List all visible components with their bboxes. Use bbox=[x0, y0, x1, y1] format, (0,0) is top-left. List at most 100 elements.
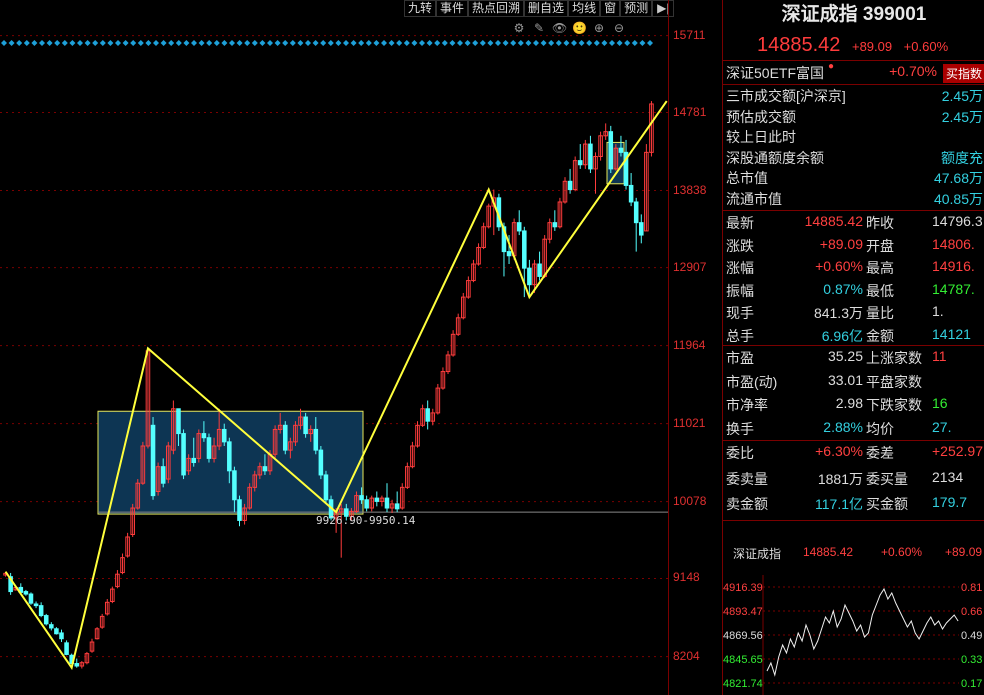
quote-v2: 14916. bbox=[932, 258, 975, 274]
candle-down bbox=[628, 184, 634, 203]
signal-marker bbox=[221, 40, 228, 46]
signal-marker bbox=[609, 40, 615, 46]
order-l2: 买金额 bbox=[866, 496, 908, 512]
quote-v2: 1. bbox=[932, 303, 944, 319]
candle-down bbox=[303, 416, 308, 435]
order-v2: 179.7 bbox=[932, 494, 968, 510]
quote-panel: 深证成指 399001 14885.42 +89.09 +0.60% 深证50E… bbox=[722, 0, 984, 695]
candle-down bbox=[639, 222, 644, 236]
candle-down bbox=[64, 642, 69, 655]
signal-marker bbox=[479, 40, 486, 46]
quote-l1: 涨幅 bbox=[726, 260, 754, 276]
signal-marker bbox=[69, 40, 76, 46]
index-title: 深证成指 399001 bbox=[781, 4, 927, 25]
candle-down bbox=[74, 663, 80, 667]
order-l1: 卖金额 bbox=[726, 496, 768, 512]
info-value: 47.68万 bbox=[933, 170, 983, 186]
signal-marker bbox=[586, 40, 593, 46]
info-label: 深股通额度余额 bbox=[726, 149, 824, 166]
order-v2: 2134 bbox=[932, 468, 964, 485]
signal-marker bbox=[175, 40, 182, 46]
box-range-label: 9926.90-9950.14 bbox=[316, 514, 416, 527]
mini-left-tick: 4893.47 bbox=[723, 606, 763, 618]
candle-down bbox=[227, 441, 232, 472]
toolbar-ma-button[interactable]: 均线 bbox=[568, 0, 601, 17]
zoom-in-icon[interactable]: ⊕ bbox=[592, 21, 606, 35]
buy-index-button[interactable]: 买指数 bbox=[942, 64, 984, 83]
toolbar-jiuzhuan-button[interactable]: 九转 bbox=[404, 0, 437, 17]
candle-down bbox=[394, 503, 400, 510]
signal-marker bbox=[327, 40, 334, 46]
candle-down bbox=[150, 424, 156, 497]
quote-row: 涨幅 +0.60% 最高 14916. bbox=[726, 258, 984, 280]
stat-v2: 16 bbox=[932, 395, 948, 411]
stat-l2: 上涨家数 bbox=[866, 350, 922, 366]
candle-down bbox=[191, 457, 197, 464]
signal-marker bbox=[213, 40, 220, 46]
signal-marker bbox=[137, 40, 144, 46]
signal-marker bbox=[312, 40, 319, 46]
toolbar-hotspot-button[interactable]: 热点回溯 bbox=[468, 0, 525, 17]
price-tick-label: 10078 bbox=[673, 493, 707, 508]
chart-tools: ⚙ ✎ 👁 🙂 ⊕ ⊖ bbox=[512, 21, 626, 35]
info-row: 较上日此时 bbox=[726, 127, 984, 149]
info-row: 流通市值 40.85万 bbox=[726, 189, 984, 211]
candle-down bbox=[23, 591, 29, 595]
price-tick-label: 11964 bbox=[673, 337, 706, 352]
zoom-out-icon[interactable]: ⊖ bbox=[612, 21, 626, 35]
order-row: 委卖量 1881万 委买量 2134 bbox=[726, 469, 984, 491]
quote-v1: 0.87% bbox=[823, 280, 863, 297]
info-value: 额度充 bbox=[941, 149, 983, 166]
eye-icon[interactable]: 👁 bbox=[552, 21, 567, 35]
quote-v1: +89.09 bbox=[819, 235, 863, 252]
mini-price: 14885.42 bbox=[803, 545, 854, 559]
toolbar-remove-watchlist-button[interactable]: 删自选 bbox=[524, 0, 569, 17]
price-tick-label: 12907 bbox=[673, 259, 707, 274]
candle-down bbox=[54, 628, 59, 635]
candle-down bbox=[364, 499, 369, 509]
info-row: 总市值 47.68万 bbox=[726, 168, 984, 190]
pen-icon[interactable]: ✎ bbox=[532, 21, 546, 35]
signal-marker bbox=[419, 40, 425, 46]
signal-marker bbox=[464, 40, 471, 46]
price-tick-label: 13838 bbox=[673, 182, 707, 197]
mini-intraday-chart[interactable]: 4916.39 0.81 4893.47 0.66 4869.56 0.49 4845.65… bbox=[723, 575, 984, 695]
signal-marker bbox=[145, 40, 152, 46]
signal-marker bbox=[381, 40, 387, 46]
signal-marker bbox=[647, 40, 653, 46]
info-value: 2.45万 bbox=[941, 88, 983, 104]
stat-l2: 下跌家数 bbox=[866, 397, 922, 413]
order-row: 委比 +6.30% 委差 +252.97 bbox=[726, 443, 984, 465]
kline-chart[interactable]: 9926.90-9950.14 bbox=[0, 0, 720, 695]
etf-dot-icon: ● bbox=[828, 61, 835, 72]
signal-marker bbox=[229, 40, 235, 46]
quote-l2: 最高 bbox=[866, 260, 894, 276]
signal-marker bbox=[426, 40, 433, 46]
signal-marker bbox=[601, 40, 608, 46]
stat-l1: 换手 bbox=[726, 420, 754, 437]
settings-icon[interactable]: ⚙ bbox=[512, 21, 526, 35]
signal-marker bbox=[487, 40, 494, 46]
price-tick-label: 15711 bbox=[673, 27, 706, 42]
quote-l2: 开盘 bbox=[866, 237, 894, 254]
quote-v1: +0.60% bbox=[815, 258, 863, 274]
candle-down bbox=[59, 632, 64, 640]
order-l1: 委卖量 bbox=[726, 470, 768, 487]
face-icon[interactable]: 🙂 bbox=[572, 21, 587, 35]
mini-left-tick: 4845.65 bbox=[723, 654, 763, 666]
toolbar-event-button[interactable]: 事件 bbox=[436, 0, 469, 17]
candle-down bbox=[567, 180, 573, 191]
mini-price-line bbox=[766, 587, 959, 677]
info-value: 2.45万 bbox=[941, 108, 983, 125]
stat-v2: 11 bbox=[932, 348, 947, 364]
candle-down bbox=[237, 499, 242, 521]
toolbar-forecast-button[interactable]: 预测 bbox=[620, 0, 653, 17]
stat-v1: 35.25 bbox=[827, 348, 863, 364]
signal-marker bbox=[411, 40, 418, 46]
candle-down bbox=[522, 230, 527, 269]
mini-pct: +0.60% bbox=[881, 545, 923, 559]
signal-marker bbox=[388, 40, 395, 46]
toolbar-window-button[interactable]: 窗 bbox=[600, 0, 621, 17]
kline-chart-area[interactable]: 9926.90-9950.14 九转 事件 热点回溯 删自选 均线 窗 预测 ▶… bbox=[0, 0, 720, 695]
mini-right-tick: 0.81 bbox=[961, 582, 982, 594]
